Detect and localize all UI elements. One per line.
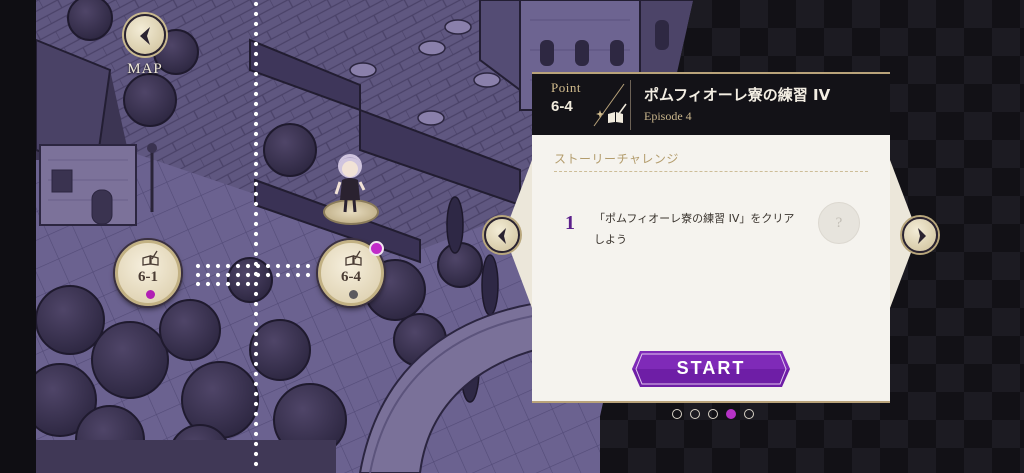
page-dot[interactable] <box>672 409 682 419</box>
quill-book-icon <box>345 250 362 266</box>
map-back-button[interactable] <box>124 14 166 56</box>
next-stage-button[interactable] <box>902 217 938 253</box>
quill-book-icon <box>593 83 627 127</box>
stage-node-6-1[interactable]: 6-1 <box>115 240 181 306</box>
episode-label: Episode 4 <box>644 109 692 123</box>
section-title: ストーリーチャレンジ <box>554 152 679 166</box>
page-dot-active[interactable] <box>726 409 736 419</box>
point-label: Point <box>551 80 581 95</box>
stage-title: ポムフィオーレ寮の練習 IV <box>644 86 831 104</box>
quill-book-icon <box>142 250 159 266</box>
page-dot[interactable] <box>708 409 718 419</box>
stage-status-dot <box>349 290 358 299</box>
stage-status-dot <box>146 290 155 299</box>
page-indicator <box>672 409 754 419</box>
previous-stage-button[interactable] <box>484 217 520 253</box>
page-dot[interactable] <box>744 409 754 419</box>
section-divider <box>554 171 868 172</box>
challenge-reward-placeholder: ? <box>818 202 860 244</box>
stage-node-label: 6-4 <box>341 269 361 285</box>
challenge-number: 1 <box>565 212 575 234</box>
page-dot[interactable] <box>690 409 700 419</box>
chevron-left-icon <box>498 228 506 244</box>
start-button-label: START <box>676 358 746 378</box>
stage-info-header: Point 6-4 ポムフィオーレ寮の練習 IV Episode 4 <box>532 72 890 135</box>
chevron-right-icon <box>918 228 926 244</box>
point-number: 6-4 <box>551 98 573 115</box>
challenge-description: 「ポムフィオーレ寮の練習 IV」をクリアしよう <box>594 212 795 246</box>
chevron-left-icon <box>140 27 150 45</box>
header-divider <box>630 80 631 130</box>
new-notification-badge <box>369 241 384 256</box>
stage-node-label: 6-1 <box>138 269 158 285</box>
map-label: MAP <box>127 61 163 77</box>
player-character <box>334 154 366 213</box>
start-button[interactable]: START <box>632 351 790 387</box>
